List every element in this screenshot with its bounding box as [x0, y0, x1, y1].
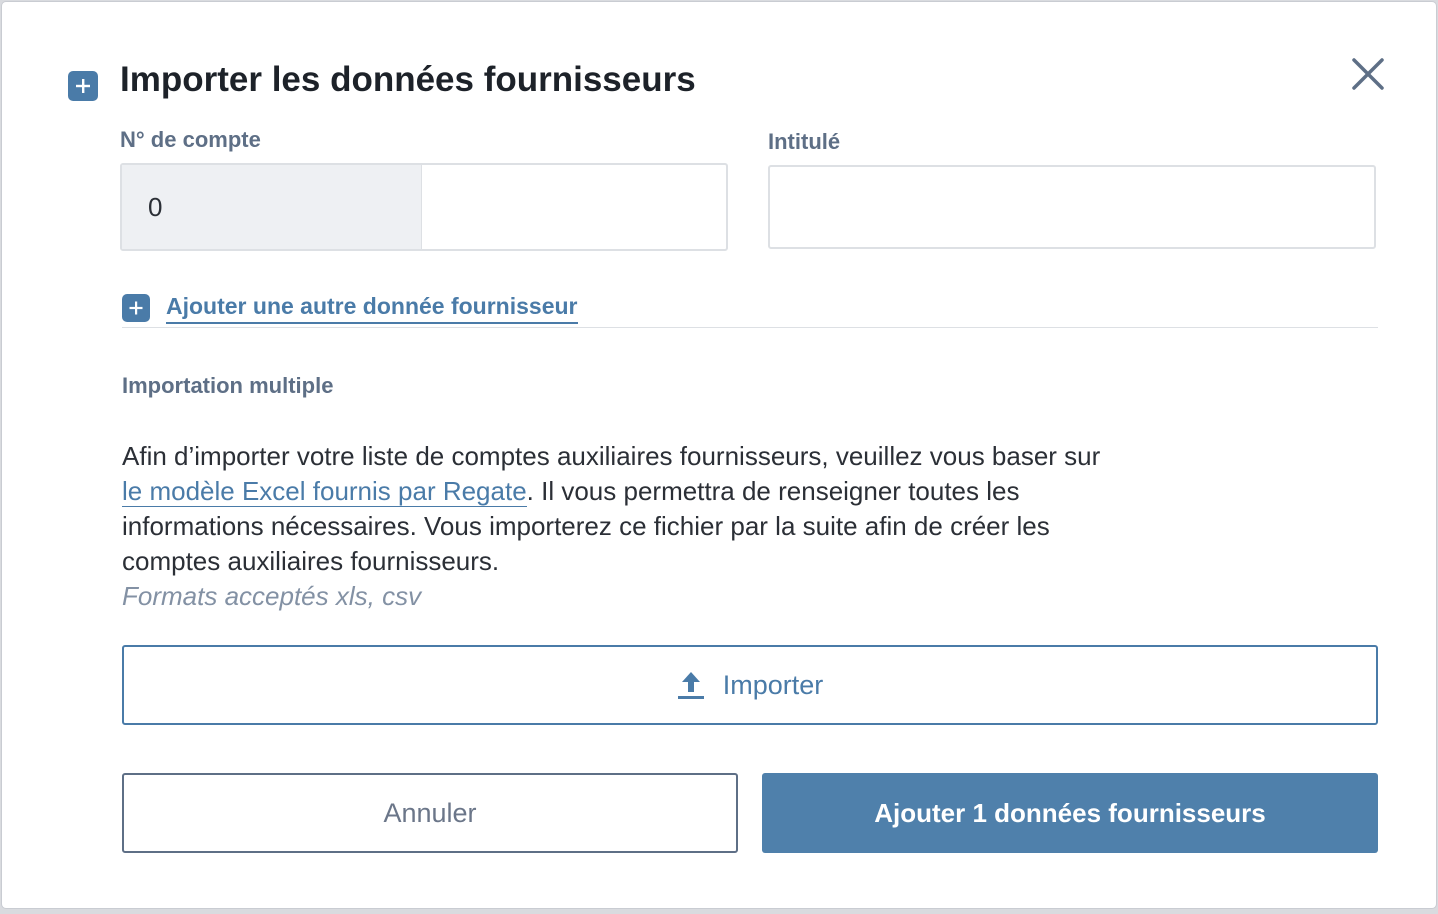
- plus-square-icon: [68, 71, 98, 101]
- accepted-formats: Formats acceptés xls, csv: [122, 581, 422, 611]
- dialog-title: Importer les données fournisseurs: [120, 60, 696, 99]
- account-number-field: 0: [120, 163, 728, 251]
- description-text-1: Afin d’importer votre liste de comptes a…: [122, 441, 1101, 471]
- import-suppliers-dialog: Importer les données fournisseurs N° de …: [2, 2, 1436, 908]
- close-button[interactable]: [1348, 54, 1388, 94]
- add-supplier-link-label: Ajouter une autre donnée fournisseur: [166, 292, 578, 324]
- name-field: [768, 165, 1376, 249]
- plus-square-icon: [122, 294, 150, 322]
- name-label: Intitulé: [768, 129, 841, 154]
- account-number-prefix: 0: [122, 165, 422, 249]
- multi-import-description: Afin d’importer votre liste de comptes a…: [122, 439, 1122, 614]
- account-number-input[interactable]: [422, 165, 726, 249]
- cancel-button[interactable]: Annuler: [122, 773, 738, 853]
- upload-icon: [677, 672, 704, 699]
- add-suppliers-button[interactable]: Ajouter 1 données fournisseurs: [762, 773, 1378, 853]
- name-input[interactable]: [770, 167, 1374, 247]
- excel-template-link[interactable]: le modèle Excel fournis par Regate: [122, 476, 527, 507]
- close-icon: [1352, 58, 1384, 90]
- import-button[interactable]: Importer: [122, 645, 1378, 725]
- import-button-label: Importer: [722, 669, 824, 700]
- account-number-label: N° de compte: [120, 127, 261, 152]
- divider: [122, 327, 1378, 328]
- add-supplier-link[interactable]: Ajouter une autre donnée fournisseur: [122, 292, 578, 324]
- multi-import-label: Importation multiple: [122, 373, 334, 398]
